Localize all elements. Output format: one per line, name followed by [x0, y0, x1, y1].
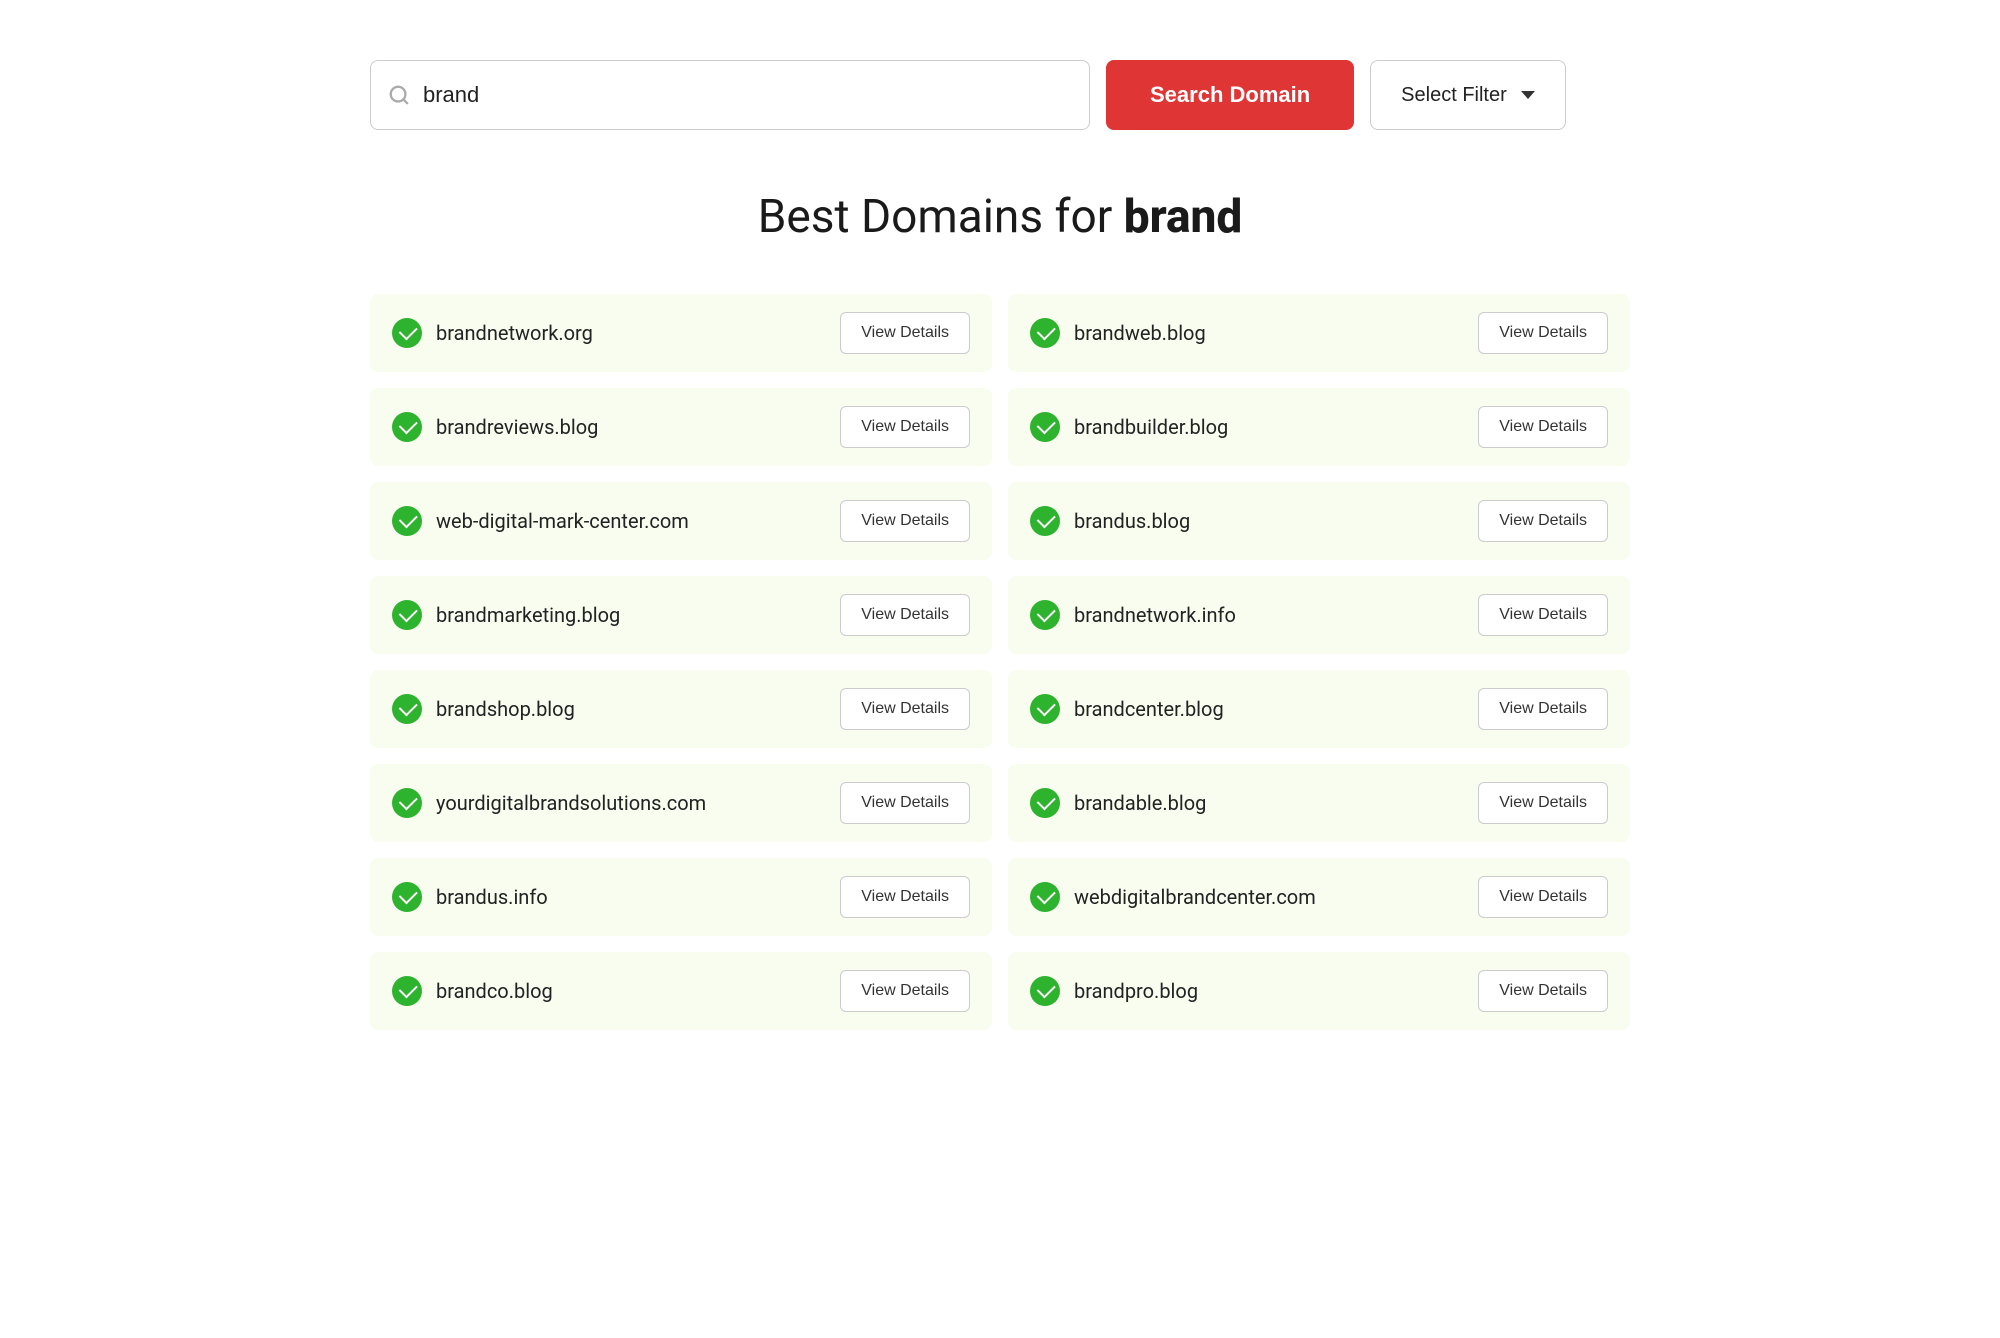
view-details-button[interactable]: View Details	[840, 406, 970, 448]
view-details-button[interactable]: View Details	[840, 312, 970, 354]
check-icon	[1030, 318, 1060, 348]
view-details-button[interactable]: View Details	[840, 876, 970, 918]
check-icon	[392, 694, 422, 724]
domain-left: brandus.blog	[1030, 506, 1466, 536]
search-icon	[388, 84, 410, 106]
domain-name: brandpro.blog	[1074, 979, 1198, 1003]
domain-item: brandus.blog View Details	[1008, 482, 1630, 560]
domain-item: brandcenter.blog View Details	[1008, 670, 1630, 748]
check-icon	[392, 788, 422, 818]
view-details-button[interactable]: View Details	[1478, 500, 1608, 542]
check-icon	[392, 600, 422, 630]
search-input[interactable]	[370, 60, 1090, 130]
check-icon	[392, 506, 422, 536]
view-details-button[interactable]: View Details	[1478, 876, 1608, 918]
domain-name: web-digital-mark-center.com	[436, 509, 689, 533]
domain-left: brandbuilder.blog	[1030, 412, 1466, 442]
domain-left: yourdigitalbrandsolutions.com	[392, 788, 828, 818]
domains-grid: brandnetwork.orgView Detailsbrandweb.blo…	[370, 294, 1630, 1030]
page-title: Best Domains for brand	[370, 190, 1630, 244]
domain-left: brandreviews.blog	[392, 412, 828, 442]
domain-item: brandus.info View Details	[370, 858, 992, 936]
domain-left: brandpro.blog	[1030, 976, 1466, 1006]
domain-name: yourdigitalbrandsolutions.com	[436, 791, 706, 815]
view-details-button[interactable]: View Details	[1478, 594, 1608, 636]
domain-name: brandnetwork.org	[436, 321, 593, 345]
domain-item: webdigitalbrandcenter.com View Details	[1008, 858, 1630, 936]
domain-left: brandweb.blog	[1030, 318, 1466, 348]
check-icon	[392, 318, 422, 348]
domain-item: brandnetwork.org View Details	[370, 294, 992, 372]
domain-name: brandcenter.blog	[1074, 697, 1224, 721]
domain-name: brandmarketing.blog	[436, 603, 620, 627]
search-domain-button[interactable]: Search Domain	[1106, 60, 1354, 130]
filter-label: Select Filter	[1401, 84, 1507, 107]
domain-name: webdigitalbrandcenter.com	[1074, 885, 1316, 909]
domain-name: brandbuilder.blog	[1074, 415, 1228, 439]
domain-left: brandmarketing.blog	[392, 600, 828, 630]
view-details-button[interactable]: View Details	[840, 970, 970, 1012]
domain-name: brandable.blog	[1074, 791, 1206, 815]
chevron-down-icon	[1521, 91, 1535, 99]
domain-item: brandpro.blog View Details	[1008, 952, 1630, 1030]
check-icon	[1030, 412, 1060, 442]
domain-item: brandbuilder.blog View Details	[1008, 388, 1630, 466]
check-icon	[392, 882, 422, 912]
domain-item: web-digital-mark-center.com View Details	[370, 482, 992, 560]
check-icon	[1030, 788, 1060, 818]
search-input-wrapper	[370, 60, 1090, 130]
view-details-button[interactable]: View Details	[840, 782, 970, 824]
domain-left: brandco.blog	[392, 976, 828, 1006]
domain-name: brandshop.blog	[436, 697, 575, 721]
select-filter-button[interactable]: Select Filter	[1370, 60, 1566, 130]
view-details-button[interactable]: View Details	[1478, 970, 1608, 1012]
domain-left: brandable.blog	[1030, 788, 1466, 818]
check-icon	[1030, 600, 1060, 630]
view-details-button[interactable]: View Details	[840, 594, 970, 636]
view-details-button[interactable]: View Details	[1478, 312, 1608, 354]
domain-left: webdigitalbrandcenter.com	[1030, 882, 1466, 912]
domain-left: brandnetwork.org	[392, 318, 828, 348]
domain-left: brandcenter.blog	[1030, 694, 1466, 724]
domain-item: brandable.blog View Details	[1008, 764, 1630, 842]
view-details-button[interactable]: View Details	[1478, 406, 1608, 448]
domain-left: brandus.info	[392, 882, 828, 912]
domain-left: brandshop.blog	[392, 694, 828, 724]
view-details-button[interactable]: View Details	[840, 500, 970, 542]
check-icon	[1030, 882, 1060, 912]
domain-name: brandus.info	[436, 885, 548, 909]
domain-left: web-digital-mark-center.com	[392, 506, 828, 536]
domain-item: brandshop.blog View Details	[370, 670, 992, 748]
check-icon	[392, 976, 422, 1006]
search-section: Search Domain Select Filter	[370, 60, 1630, 130]
domain-item: brandweb.blog View Details	[1008, 294, 1630, 372]
check-icon	[1030, 976, 1060, 1006]
domain-name: brandus.blog	[1074, 509, 1190, 533]
view-details-button[interactable]: View Details	[840, 688, 970, 730]
domain-item: brandnetwork.info View Details	[1008, 576, 1630, 654]
domain-item: brandreviews.blog View Details	[370, 388, 992, 466]
view-details-button[interactable]: View Details	[1478, 782, 1608, 824]
domain-item: brandco.blog View Details	[370, 952, 992, 1030]
domain-name: brandweb.blog	[1074, 321, 1206, 345]
check-icon	[1030, 694, 1060, 724]
domain-item: yourdigitalbrandsolutions.com View Detail…	[370, 764, 992, 842]
check-icon	[1030, 506, 1060, 536]
domain-name: brandco.blog	[436, 979, 553, 1003]
check-icon	[392, 412, 422, 442]
domain-left: brandnetwork.info	[1030, 600, 1466, 630]
domain-name: brandreviews.blog	[436, 415, 598, 439]
view-details-button[interactable]: View Details	[1478, 688, 1608, 730]
domain-name: brandnetwork.info	[1074, 603, 1236, 627]
domain-item: brandmarketing.blog View Details	[370, 576, 992, 654]
